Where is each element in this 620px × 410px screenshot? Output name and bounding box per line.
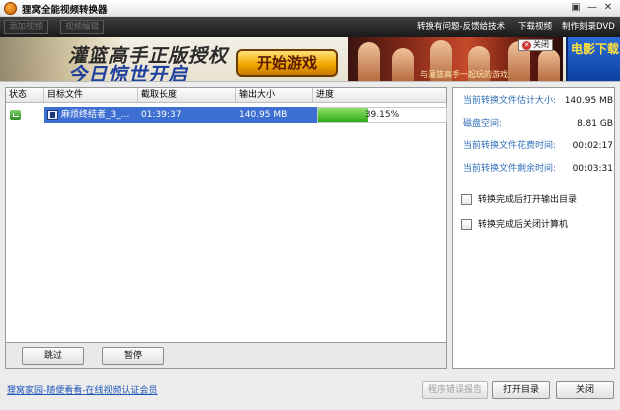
open-output-dir-label[interactable]: 转换完成后打开输出目录 [478, 193, 577, 207]
estimated-size-row: 当前转换文件估计大小: 140.95 MB [463, 95, 613, 107]
status-cell [6, 107, 44, 123]
column-header-target-file[interactable]: 目标文件 [44, 88, 138, 103]
open-output-dir-checkbox[interactable] [461, 194, 472, 205]
start-game-button[interactable]: 开始游戏 [236, 49, 338, 77]
banner-close-button[interactable]: ✕ 关闭 [518, 39, 553, 51]
converting-status-icon [10, 110, 21, 120]
pause-button[interactable]: 暂停 [102, 347, 164, 365]
target-file-name: 麻烦终结者_3_... [61, 110, 130, 120]
column-header-duration[interactable]: 截取长度 [138, 88, 236, 103]
disk-space-label: 磁盘空间: [463, 119, 503, 129]
error-report-button[interactable]: 程序错误报告 [422, 381, 488, 399]
close-button[interactable]: 关闭 [556, 381, 614, 399]
add-video-button[interactable]: 添加视频 [4, 20, 49, 34]
film-icon [47, 110, 58, 120]
estimated-size-label: 当前转换文件估计大小: [463, 96, 557, 106]
progress-bar: 39.15% [317, 107, 447, 123]
open-directory-button[interactable]: 打开目录 [492, 381, 550, 399]
minimize-window-button[interactable]: — [586, 2, 598, 14]
app-logo-icon [4, 2, 17, 15]
target-file-cell[interactable]: 麻烦终结者_3_... [44, 107, 138, 123]
burn-dvd-link[interactable]: 制作刻录DVD [562, 21, 615, 33]
shutdown-checkbox[interactable] [461, 219, 472, 230]
close-icon: ✕ [522, 41, 531, 50]
remaining-time-label: 当前转换文件剩余时间: [463, 164, 557, 174]
elapsed-time-value: 00:02:17 [572, 141, 613, 151]
restore-window-button[interactable]: ▣ [570, 2, 582, 14]
download-video-link[interactable]: 下载视频 [518, 21, 552, 33]
task-list[interactable]: 状态 目标文件 截取长度 输出大小 进度 麻烦终结者_3_... 01:39:3… [5, 87, 447, 343]
close-window-button[interactable]: ✕ [602, 2, 614, 14]
output-size-cell: 140.95 MB [236, 107, 313, 123]
disk-space-row: 磁盘空间: 8.81 GB [463, 118, 613, 130]
progress-percent: 39.15% [364, 110, 400, 120]
skip-button[interactable]: 跳过 [22, 347, 84, 365]
elapsed-time-row: 当前转换文件花费时间: 00:02:17 [463, 140, 613, 152]
video-edit-button[interactable]: 视频编辑 [60, 20, 105, 34]
title-bar: 狸窝全能视频转换器 ▣ — ✕ [0, 0, 620, 17]
window-title: 狸窝全能视频转换器 [22, 5, 108, 16]
column-header-status[interactable]: 状态 [6, 88, 44, 103]
community-link[interactable]: 狸窝家园-随便看看-在线视频认证会员 [7, 383, 158, 396]
conversion-info-panel: 当前转换文件估计大小: 140.95 MB 磁盘空间: 8.81 GB 当前转换… [452, 87, 615, 369]
feedback-link[interactable]: 转换有问题-反馈给技术 [417, 21, 505, 33]
movie-download-label: 电影下载 [570, 42, 619, 56]
table-row[interactable]: 麻烦终结者_3_... 01:39:37 140.95 MB 39.15% [6, 107, 447, 123]
task-controls: 跳过 暂停 [5, 343, 447, 369]
elapsed-time-label: 当前转换文件花费时间: [463, 141, 557, 151]
column-header-progress[interactable]: 进度 [313, 88, 446, 103]
duration-cell: 01:39:37 [138, 107, 236, 123]
remaining-time-row: 当前转换文件剩余时间: 00:03:31 [463, 163, 613, 175]
banner-ad[interactable]: 灌篮高手正版授权 今日惊世开启 开始游戏 与灌篮高手一起玩的游戏 ✕ 关闭 电影下… [0, 37, 620, 82]
remaining-time-value: 00:03:31 [572, 164, 613, 174]
banner-headline-main: 今日惊世开启 [68, 64, 189, 82]
disk-space-value: 8.81 GB [576, 119, 613, 129]
movie-download-ad[interactable]: 电影下载 [566, 37, 620, 81]
column-header-output-size[interactable]: 输出大小 [236, 88, 313, 103]
shutdown-label[interactable]: 转换完成后关闭计算机 [478, 218, 568, 232]
banner-subtitle: 与灌篮高手一起玩的游戏 [420, 70, 508, 79]
banner-close-label: 关闭 [533, 40, 549, 49]
estimated-size-value: 140.95 MB [564, 96, 613, 106]
toolbar: 添加视频 视频编辑 转换有问题-反馈给技术 下载视频 制作刻录DVD [0, 17, 620, 37]
